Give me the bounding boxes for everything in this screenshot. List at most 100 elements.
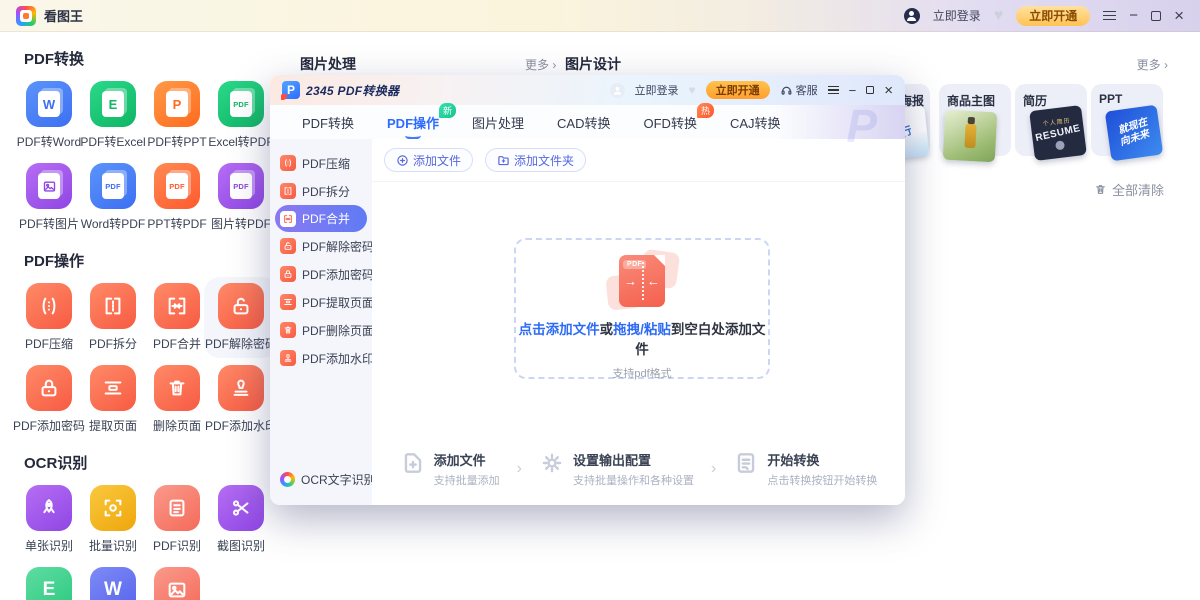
tool-pdf-add-password[interactable]: PDF添加密码 [18, 365, 80, 434]
tab-image-processing[interactable]: 图片处理 [472, 113, 524, 132]
pdf-to-ppt-icon: P [154, 81, 200, 127]
heart-icon[interactable]: ♥ [994, 7, 1004, 25]
upgrade-button[interactable]: 立即开通 [1016, 6, 1090, 26]
modal-heart-icon[interactable]: ♥ [689, 83, 696, 97]
delete-pages-icon [154, 365, 200, 411]
compress-icon [280, 155, 296, 171]
resume-card-image: 个人简历 RESUME [1029, 105, 1087, 161]
modal-menu-icon[interactable] [828, 86, 839, 94]
modal-item-pdf-compress[interactable]: PDF压缩 [270, 149, 372, 177]
modal-upgrade-button[interactable]: 立即开通 [706, 81, 770, 99]
pdf-watermark-icon [218, 365, 264, 411]
file-plus-icon [400, 450, 426, 476]
modal-close-button[interactable]: × [884, 82, 893, 99]
stamp-icon [280, 350, 296, 366]
excel-to-pdf-icon: PDF [218, 81, 264, 127]
arrow-right-icon: → [624, 274, 637, 289]
more-image-design[interactable]: 更多 › [1137, 56, 1168, 73]
modal-title: 2345 PDF转换器 [306, 82, 399, 99]
app-title: 看图王 [44, 6, 83, 25]
tool-pdf-watermark[interactable]: PDF添加水印 [210, 365, 272, 434]
minimize-button[interactable]: − [1129, 8, 1138, 23]
tool-pdf-merge[interactable]: PDF合并 [146, 283, 208, 352]
chevron-icon: › [517, 460, 522, 478]
file-dropzone[interactable]: PDF → ← 点击添加文件或拖拽/粘贴到空白处添加文件 支持pdf格式 [514, 238, 770, 379]
modal-item-pdf-delete-pages[interactable]: PDF删除页面 [270, 316, 372, 344]
modal-minimize-button[interactable]: − [849, 83, 857, 98]
tool-delete-pages[interactable]: 删除页面 [146, 365, 208, 434]
tool-extract-pages[interactable]: 提取页面 [82, 365, 144, 434]
tool-pdf-to-excel[interactable]: EPDF转Excel [82, 81, 144, 150]
ppt-to-pdf-icon: PDF [154, 163, 200, 209]
tool-pdf-unlock[interactable]: PDF解除密码 [210, 283, 272, 352]
lock-icon [280, 266, 296, 282]
tool-image-to-pdf-ocr[interactable]: 图片转PDF [146, 567, 208, 600]
tool-pdf-ocr[interactable]: PDF识别 [146, 485, 208, 554]
modal-avatar-icon[interactable] [610, 83, 625, 98]
batch-ocr-icon [90, 485, 136, 531]
tab-caj-convert[interactable]: CAJ转换 [730, 113, 781, 132]
login-link[interactable]: 立即登录 [933, 7, 981, 24]
tool-word-to-pdf[interactable]: PDFWord转PDF [82, 163, 144, 232]
user-avatar-icon[interactable] [904, 8, 920, 24]
tool-pdf-to-image[interactable]: PDF转图片 [18, 163, 80, 232]
plus-circle-icon [396, 154, 409, 167]
tool-pdf-to-ppt[interactable]: PPDF转PPT [146, 81, 208, 150]
pdf-to-word-icon: W [26, 81, 72, 127]
tab-pdf-ops[interactable]: PDF操作新 [387, 113, 439, 132]
tab-ofd-convert[interactable]: OFD转换热 [644, 113, 697, 132]
close-button[interactable]: × [1174, 7, 1184, 24]
pdf-ops-grid: PDF压缩 PDF拆分 PDF合并 PDF解除密码 PDF添加密码 提取页面 删… [18, 283, 282, 434]
section-image-design: 图片设计 [565, 54, 621, 74]
product-card-image [943, 110, 998, 163]
tool-image-to-pdf[interactable]: PDF图片转PDF [210, 163, 272, 232]
tool-image-to-excel[interactable]: E图片转Excel [18, 567, 80, 600]
pdf-convert-grid: WPDF转Word EPDF转Excel PPDF转PPT PDFExcel转P… [18, 81, 282, 232]
section-image-processing: 图片处理 [300, 54, 356, 74]
tool-pdf-compress[interactable]: PDF压缩 [18, 283, 80, 352]
modal-item-pdf-unlock[interactable]: PDF解除密码 [270, 232, 372, 260]
modal-item-pdf-watermark[interactable]: PDF添加水印 [270, 344, 372, 372]
modal-toolbar: 添加文件 添加文件夹 [372, 139, 905, 182]
section-title-pdf-convert: PDF转换 [24, 48, 282, 69]
tool-screenshot-ocr[interactable]: 截图识别 [210, 485, 272, 554]
design-card-product[interactable]: 商品主图 [939, 84, 1011, 156]
more-image-processing[interactable]: 更多 › [525, 56, 556, 73]
maximize-button[interactable] [1151, 11, 1161, 21]
tool-excel-to-pdf[interactable]: PDFExcel转PDF [210, 81, 272, 150]
app-window: 看图王 立即登录 ♥ 立即开通 − × PDF转换 WPDF转Word EPDF… [0, 0, 1200, 600]
modal-item-pdf-merge[interactable]: PDF合并 [275, 205, 367, 232]
tool-batch-ocr[interactable]: 批量识别 [82, 485, 144, 554]
modal-item-ocr[interactable]: OCR文字识别 [270, 465, 372, 493]
step-start-convert: 开始转换点击转换按钮开始转换 [733, 450, 877, 488]
modal-item-pdf-add-password[interactable]: PDF添加密码 [270, 260, 372, 288]
tool-single-ocr[interactable]: 单张识别 [18, 485, 80, 554]
design-card-resume[interactable]: 简历 个人简历 RESUME [1015, 84, 1087, 156]
step-add-files: 添加文件支持批量添加 [400, 450, 500, 488]
tool-pdf-to-word[interactable]: WPDF转Word [18, 81, 80, 150]
tool-image-to-word[interactable]: W图片转Word [82, 567, 144, 600]
modal-item-pdf-extract-pages[interactable]: PDF提取页面 [270, 288, 372, 316]
design-card-ppt[interactable]: PPT 就现在 向未来 [1091, 84, 1163, 156]
menu-icon[interactable] [1103, 11, 1116, 20]
modal-maximize-button[interactable] [866, 86, 874, 94]
modal-item-pdf-split[interactable]: PDF拆分 [270, 177, 372, 205]
folder-plus-icon [497, 154, 510, 167]
split-icon [280, 183, 296, 199]
tool-pdf-split[interactable]: PDF拆分 [82, 283, 144, 352]
add-folder-button[interactable]: 添加文件夹 [485, 148, 586, 172]
modal-support-button[interactable]: 客服 [780, 82, 818, 98]
add-file-button[interactable]: 添加文件 [384, 148, 473, 172]
tab-cad-convert[interactable]: CAD转换 [557, 113, 610, 132]
ocr-rainbow-icon [280, 472, 295, 487]
convert-doc-icon [733, 450, 759, 476]
hot-badge: 热 [697, 103, 714, 118]
modal-login-link[interactable]: 立即登录 [635, 82, 679, 98]
main-titlebar: 看图王 立即登录 ♥ 立即开通 − × [0, 0, 1200, 32]
extract-pages-icon [90, 365, 136, 411]
tab-pdf-convert[interactable]: PDF转换 [302, 113, 354, 132]
section-title-ocr: OCR识别 [24, 452, 282, 473]
trash-icon [1094, 183, 1107, 196]
tool-ppt-to-pdf[interactable]: PDFPPT转PDF [146, 163, 208, 232]
clear-all-button[interactable]: 全部清除 [1094, 180, 1164, 199]
